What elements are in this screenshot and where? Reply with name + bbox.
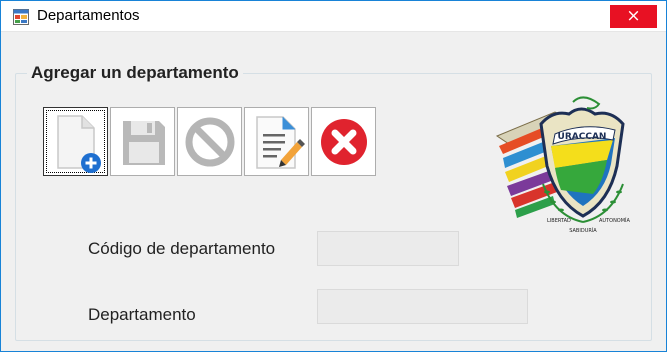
groupbox-title: Agregar un departamento xyxy=(27,63,243,83)
department-code-field[interactable] xyxy=(317,231,459,266)
save-icon xyxy=(123,121,165,165)
close-button[interactable]: × xyxy=(610,5,657,28)
close-icon: × xyxy=(626,6,641,26)
uraccan-logo: URACCAN LIBERTAD AUTONOMÍA SABIDURÍA xyxy=(495,96,631,234)
departamentos-window: Departamentos × Agregar un departamento xyxy=(0,0,667,352)
department-field[interactable] xyxy=(317,289,528,324)
department-label: Departamento xyxy=(88,305,196,324)
logo-motto-left: LIBERTAD xyxy=(547,218,571,224)
new-document-icon xyxy=(57,115,101,173)
delete-button[interactable] xyxy=(311,107,376,176)
edit-icon xyxy=(256,116,305,169)
new-button[interactable] xyxy=(43,107,108,176)
save-button[interactable] xyxy=(110,107,175,176)
logo-banner-text: URACCAN xyxy=(558,132,607,142)
logo-motto-bottom: SABIDURÍA xyxy=(569,227,597,234)
window-title: Departamentos xyxy=(37,7,140,24)
department-code-label: Código de departamento xyxy=(88,239,276,258)
delete-icon xyxy=(321,119,367,165)
edit-button[interactable] xyxy=(244,107,309,176)
logo-motto-right: AUTONOMÍA xyxy=(599,217,631,224)
title-bar[interactable]: Departamentos × xyxy=(1,1,666,32)
cancel-icon xyxy=(185,117,235,167)
cancel-button[interactable] xyxy=(177,107,242,176)
form-app-icon xyxy=(13,9,29,25)
